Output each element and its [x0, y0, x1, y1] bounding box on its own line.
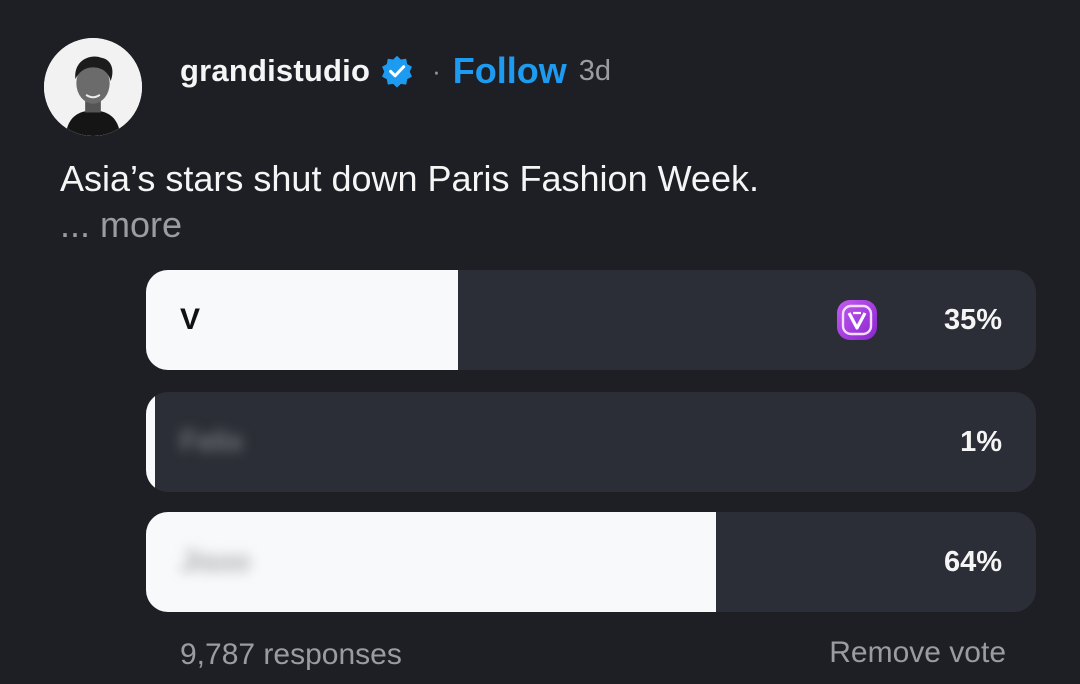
- poll-option-percent: 35%: [943, 304, 1002, 336]
- poll-option-3[interactable]: Jisoo 64%: [146, 512, 1036, 612]
- poll-option-2[interactable]: Felix 1%: [146, 392, 1036, 492]
- avatar[interactable]: [44, 38, 142, 136]
- voted-check-icon: [836, 299, 878, 341]
- poll-option-label: V: [180, 303, 201, 336]
- post-caption: Asia’s stars shut down Paris Fashion Wee…: [60, 158, 759, 199]
- separator-dot: ·: [432, 55, 441, 86]
- avatar-portrait-icon: [44, 38, 142, 136]
- poll-option-percent: 64%: [943, 546, 1002, 578]
- remove-vote-button[interactable]: Remove vote: [829, 636, 1006, 670]
- poll-option-label: Jisoo: [180, 545, 251, 578]
- poll-option-percent: 1%: [960, 426, 1002, 458]
- poll-option-1[interactable]: V 35%: [146, 270, 1036, 370]
- follow-button[interactable]: Follow: [453, 50, 567, 92]
- poll-option-label: Felix: [180, 425, 244, 458]
- username[interactable]: grandistudio: [180, 53, 370, 89]
- poll-post: grandistudio · Follow 3d Asia’s stars sh…: [0, 0, 1080, 684]
- verified-badge-icon: [380, 54, 414, 88]
- poll-option-fill: [146, 392, 155, 492]
- post-age: 3d: [578, 54, 612, 87]
- more-link[interactable]: ... more: [60, 204, 182, 246]
- responses-count: 9,787 responses: [180, 638, 402, 671]
- post-header: grandistudio · Follow 3d: [180, 50, 611, 92]
